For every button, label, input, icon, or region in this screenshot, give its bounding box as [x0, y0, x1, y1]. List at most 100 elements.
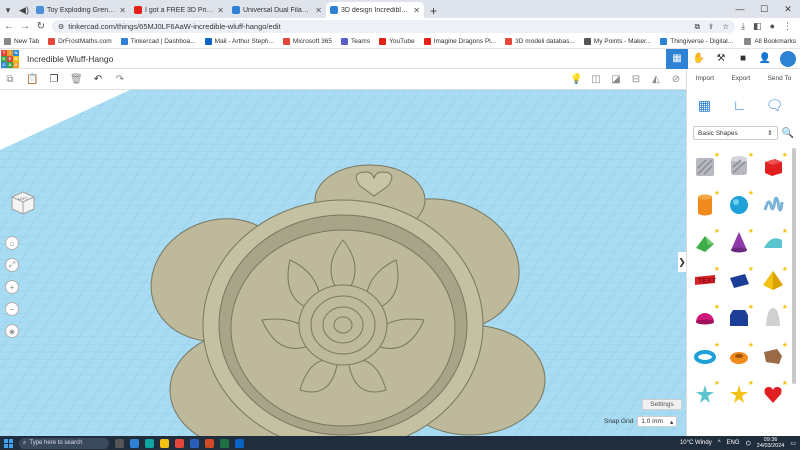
cruise-icon[interactable]: ⊘: [670, 74, 682, 85]
all-bookmarks-button[interactable]: All Bookmarks: [744, 38, 796, 45]
import-button[interactable]: Import: [696, 75, 714, 82]
forward-icon[interactable]: →: [20, 21, 30, 32]
light-bulb-icon[interactable]: 💡: [570, 74, 582, 85]
weather-text[interactable]: 10°C Windy: [680, 440, 712, 446]
tinkercad-logo[interactable]: TINKERCAD: [1, 49, 19, 68]
copy-icon[interactable]: ⧉: [4, 74, 16, 85]
star-shape[interactable]: ★: [693, 380, 720, 406]
browser-tab[interactable]: Universal Dual Filament Dragon✕: [228, 2, 326, 18]
zoom-out-icon[interactable]: −: [5, 302, 19, 316]
explorer-taskbar-icon[interactable]: [160, 438, 169, 448]
tools-icon[interactable]: ⚒: [710, 49, 732, 69]
cylinder-shape[interactable]: ★: [693, 190, 720, 216]
notes-icon[interactable]: 🗨: [766, 96, 784, 114]
box-striped-shape[interactable]: ★: [693, 152, 720, 178]
bookmark-item[interactable]: Microsoft 365: [282, 38, 332, 45]
bookmark-item[interactable]: DrFrostMaths.com: [48, 38, 112, 45]
fit-view-icon[interactable]: ⤢: [5, 258, 19, 272]
pyramid-shape[interactable]: ★: [761, 266, 788, 292]
bookmark-item[interactable]: Mail - Arthur Steph...: [204, 38, 274, 45]
roof-shape[interactable]: ★: [693, 228, 720, 254]
windows-start-icon[interactable]: [4, 438, 13, 448]
url-field[interactable]: ⚙ tinkercad.com/things/65MJ0LF6AaW-incre…: [52, 20, 736, 33]
tray-chevron-icon[interactable]: ^: [718, 440, 721, 446]
send-to-button[interactable]: Send To: [768, 75, 792, 82]
back-icon[interactable]: ←: [4, 21, 14, 32]
projects-icon[interactable]: ■: [732, 49, 754, 69]
torus-shape[interactable]: ★: [693, 342, 720, 368]
shape-category-select[interactable]: Basic Shapes ⇕: [693, 126, 778, 140]
profile-icon[interactable]: ●: [770, 21, 775, 32]
bookmark-item[interactable]: Tinkercad | Dashboa...: [120, 38, 196, 45]
bookmark-star-icon[interactable]: ☆: [722, 22, 729, 32]
settings-button[interactable]: Settings: [642, 399, 682, 410]
new-tab-button[interactable]: +: [424, 4, 443, 18]
ungroup-icon[interactable]: ◪: [610, 74, 622, 85]
search-icon[interactable]: 🔍: [782, 128, 794, 139]
star-yellow-shape[interactable]: ★: [727, 380, 754, 406]
perspective-icon[interactable]: ◈: [5, 324, 19, 338]
lang-text[interactable]: ENG: [727, 440, 740, 446]
download-icon[interactable]: ⤓: [741, 21, 745, 32]
network-icon[interactable]: ⌬: [746, 440, 751, 447]
design-title[interactable]: Incredible Wluff-Hango: [27, 54, 113, 64]
clock[interactable]: 09:36 24/03/2024: [757, 437, 785, 449]
close-tab-icon[interactable]: ✕: [413, 6, 420, 15]
3d-view-grid-icon[interactable]: ▦: [666, 48, 688, 69]
scribble-shape[interactable]: [761, 192, 785, 216]
bookmark-item[interactable]: New Tab: [4, 38, 39, 45]
extensions-icon[interactable]: ◧: [753, 21, 762, 32]
mirror-icon[interactable]: ◭: [650, 74, 662, 85]
avatar[interactable]: [780, 50, 796, 67]
browser-tab[interactable]: 3D design Incredible Wluff-Ha✕: [326, 2, 424, 18]
bookmark-item[interactable]: Teams: [340, 38, 370, 45]
notifications-icon[interactable]: ▭: [790, 440, 796, 447]
zoom-in-icon[interactable]: +: [5, 280, 19, 294]
cone-shape[interactable]: ★: [727, 228, 754, 254]
outlook-taskbar-icon[interactable]: [235, 438, 244, 448]
word-taskbar-icon[interactable]: [190, 438, 199, 448]
home-view-icon[interactable]: ⌂: [5, 236, 19, 250]
bookmark-item[interactable]: Thingiverse - Digital...: [660, 38, 733, 45]
group-icon[interactable]: ◫: [590, 74, 602, 85]
bookmark-item[interactable]: Imagine Dragons Pl...: [423, 38, 496, 45]
chrome-active-taskbar-icon[interactable]: [175, 438, 184, 448]
half-sphere-shape[interactable]: ★: [693, 304, 720, 330]
excel-taskbar-icon[interactable]: [220, 438, 229, 448]
bookmark-item[interactable]: YouTube: [379, 38, 415, 45]
shape-generator-shape[interactable]: ★: [761, 342, 788, 368]
open-in-app-icon[interactable]: ⧉: [695, 22, 700, 32]
align-icon[interactable]: ⊟: [630, 74, 642, 85]
menu-icon[interactable]: ⋮: [783, 21, 792, 32]
chrome-taskbar-icon[interactable]: [130, 438, 139, 448]
view-cube[interactable]: LEFT: [10, 190, 36, 216]
site-info-icon[interactable]: ⚙: [58, 23, 64, 31]
edge-taskbar-icon[interactable]: [145, 438, 154, 448]
undo-icon[interactable]: ↶: [92, 74, 104, 85]
minimize-icon[interactable]: —: [728, 4, 752, 14]
maximize-icon[interactable]: ☐: [752, 4, 776, 15]
bookmark-item[interactable]: My Points - Maker...: [583, 38, 651, 45]
snap-grid-select[interactable]: 1.0 mm ▴: [637, 416, 678, 427]
text-shape[interactable]: TEXT ★: [693, 266, 720, 292]
close-tab-icon[interactable]: ✕: [217, 6, 224, 15]
tube-shape[interactable]: ★: [727, 342, 754, 368]
polygon-shape[interactable]: ★: [727, 304, 754, 330]
tab-search-icon[interactable]: ▾: [0, 2, 16, 18]
browser-tab[interactable]: Toy Exploding Grenade! by Kev✕: [32, 2, 130, 18]
cylinder-striped-shape[interactable]: ★: [727, 152, 754, 178]
sphere-shape[interactable]: ★: [727, 190, 754, 216]
taskbar-search[interactable]: ⌕ Type here to search: [19, 437, 109, 449]
ruler-icon[interactable]: ∟: [731, 96, 749, 114]
paste-icon[interactable]: 📋: [26, 74, 38, 85]
browser-tab[interactable]: I got a FREE 3D Printer in just O✕: [130, 2, 228, 18]
workplane-canvas[interactable]: [0, 90, 686, 436]
workplane[interactable]: LEFT ⌂ ⤢ + − ◈: [0, 90, 686, 436]
powerpoint-taskbar-icon[interactable]: [205, 438, 214, 448]
task-view-icon[interactable]: [115, 438, 124, 448]
round-roof-shape[interactable]: ★: [761, 228, 788, 254]
duplicate-icon[interactable]: ❐: [48, 74, 60, 85]
paraboloid-shape[interactable]: ★: [761, 304, 788, 330]
sound-icon[interactable]: ◀): [16, 2, 32, 18]
bookmark-item[interactable]: 3D modeli databas...: [505, 38, 575, 45]
